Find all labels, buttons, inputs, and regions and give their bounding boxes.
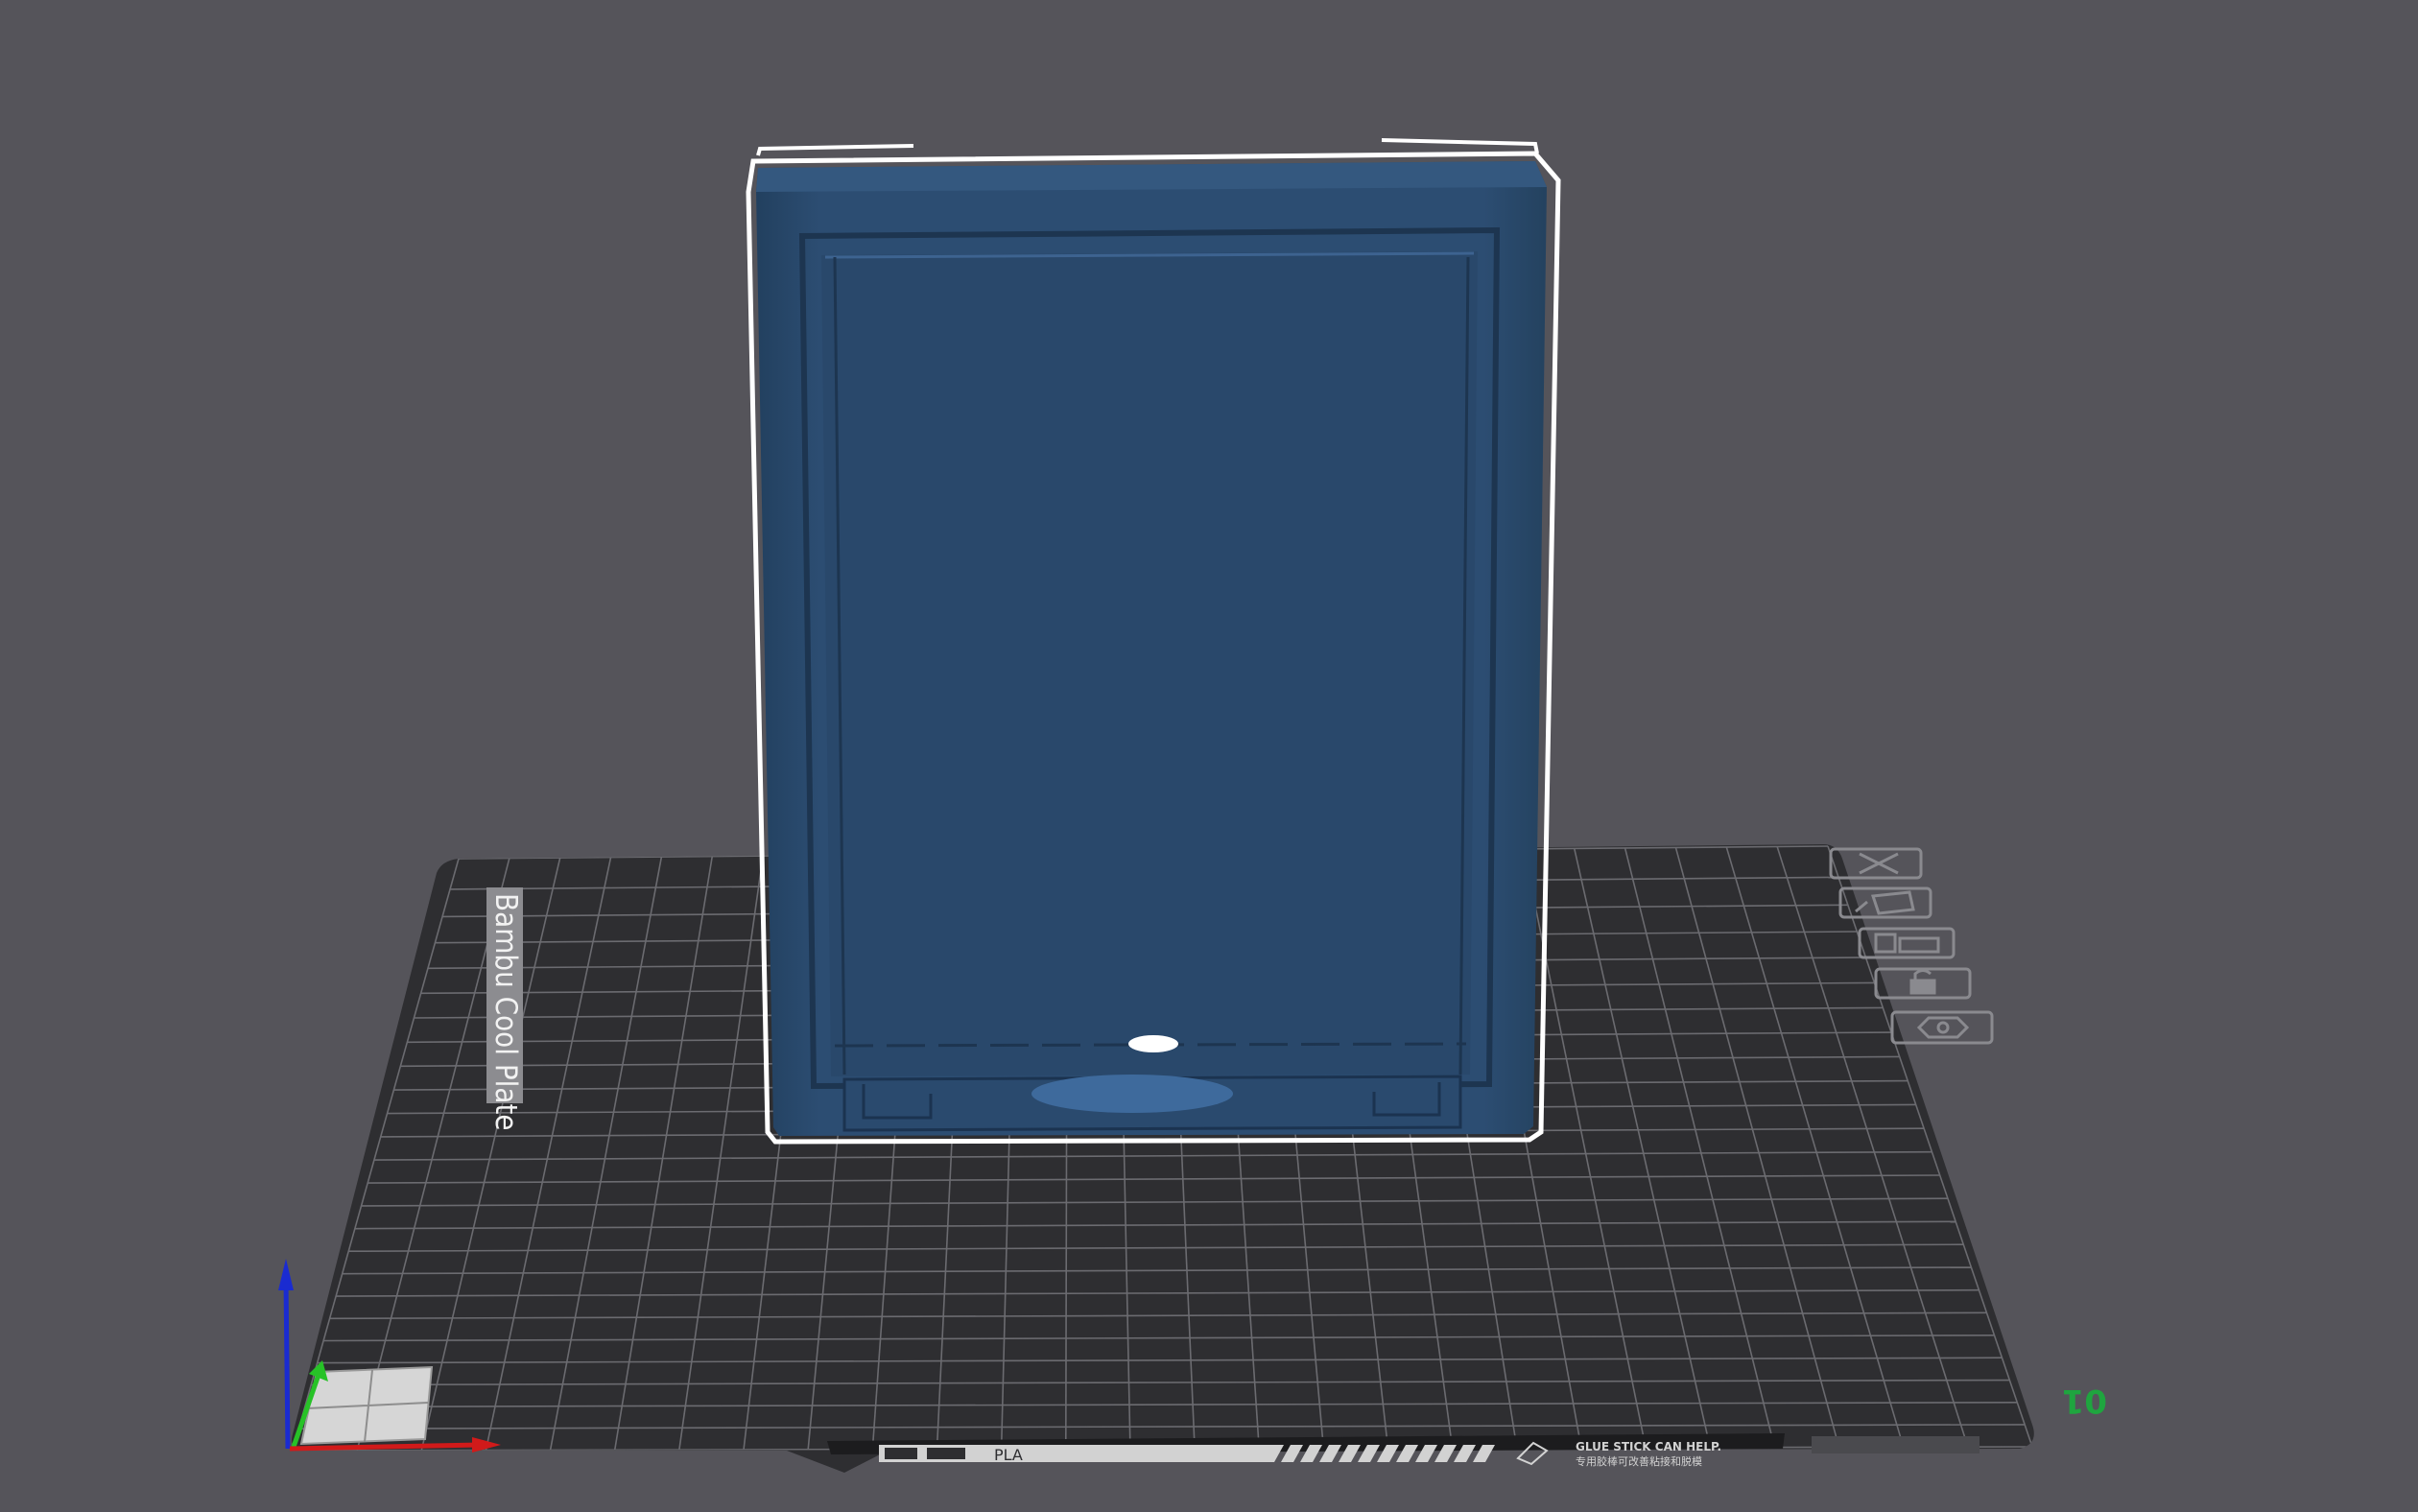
lock-icon: [1874, 967, 1972, 1000]
model-top-face: [756, 161, 1547, 192]
plate-number: 01: [2062, 1382, 2107, 1420]
3d-viewport[interactable]: Bambu Cool Plate PLA GLUE STICK CAN HELP…: [0, 0, 2418, 1512]
model-latch-peg: [1128, 1035, 1178, 1052]
model-inner-panel: [821, 251, 1478, 1076]
notice-zh: 专用胶棒可改善粘接和脱模: [1576, 1454, 1702, 1468]
model-thumb-grip: [1031, 1075, 1233, 1113]
plate-brand-label: Bambu Cool Plate: [486, 887, 523, 1131]
z-axis-arrow: [278, 1259, 294, 1290]
selected-model[interactable]: [746, 138, 1561, 1145]
selection-corner-left: [756, 144, 914, 156]
plate-brand-text: Bambu Cool Plate: [488, 893, 523, 1131]
filament-tag: PLA: [994, 1446, 1023, 1464]
z-axis: [283, 1280, 291, 1450]
plate-corner-tab: [1812, 1436, 1979, 1453]
notice-en: GLUE STICK CAN HELP.: [1576, 1440, 1721, 1453]
settings-icon: [1890, 1010, 1994, 1045]
